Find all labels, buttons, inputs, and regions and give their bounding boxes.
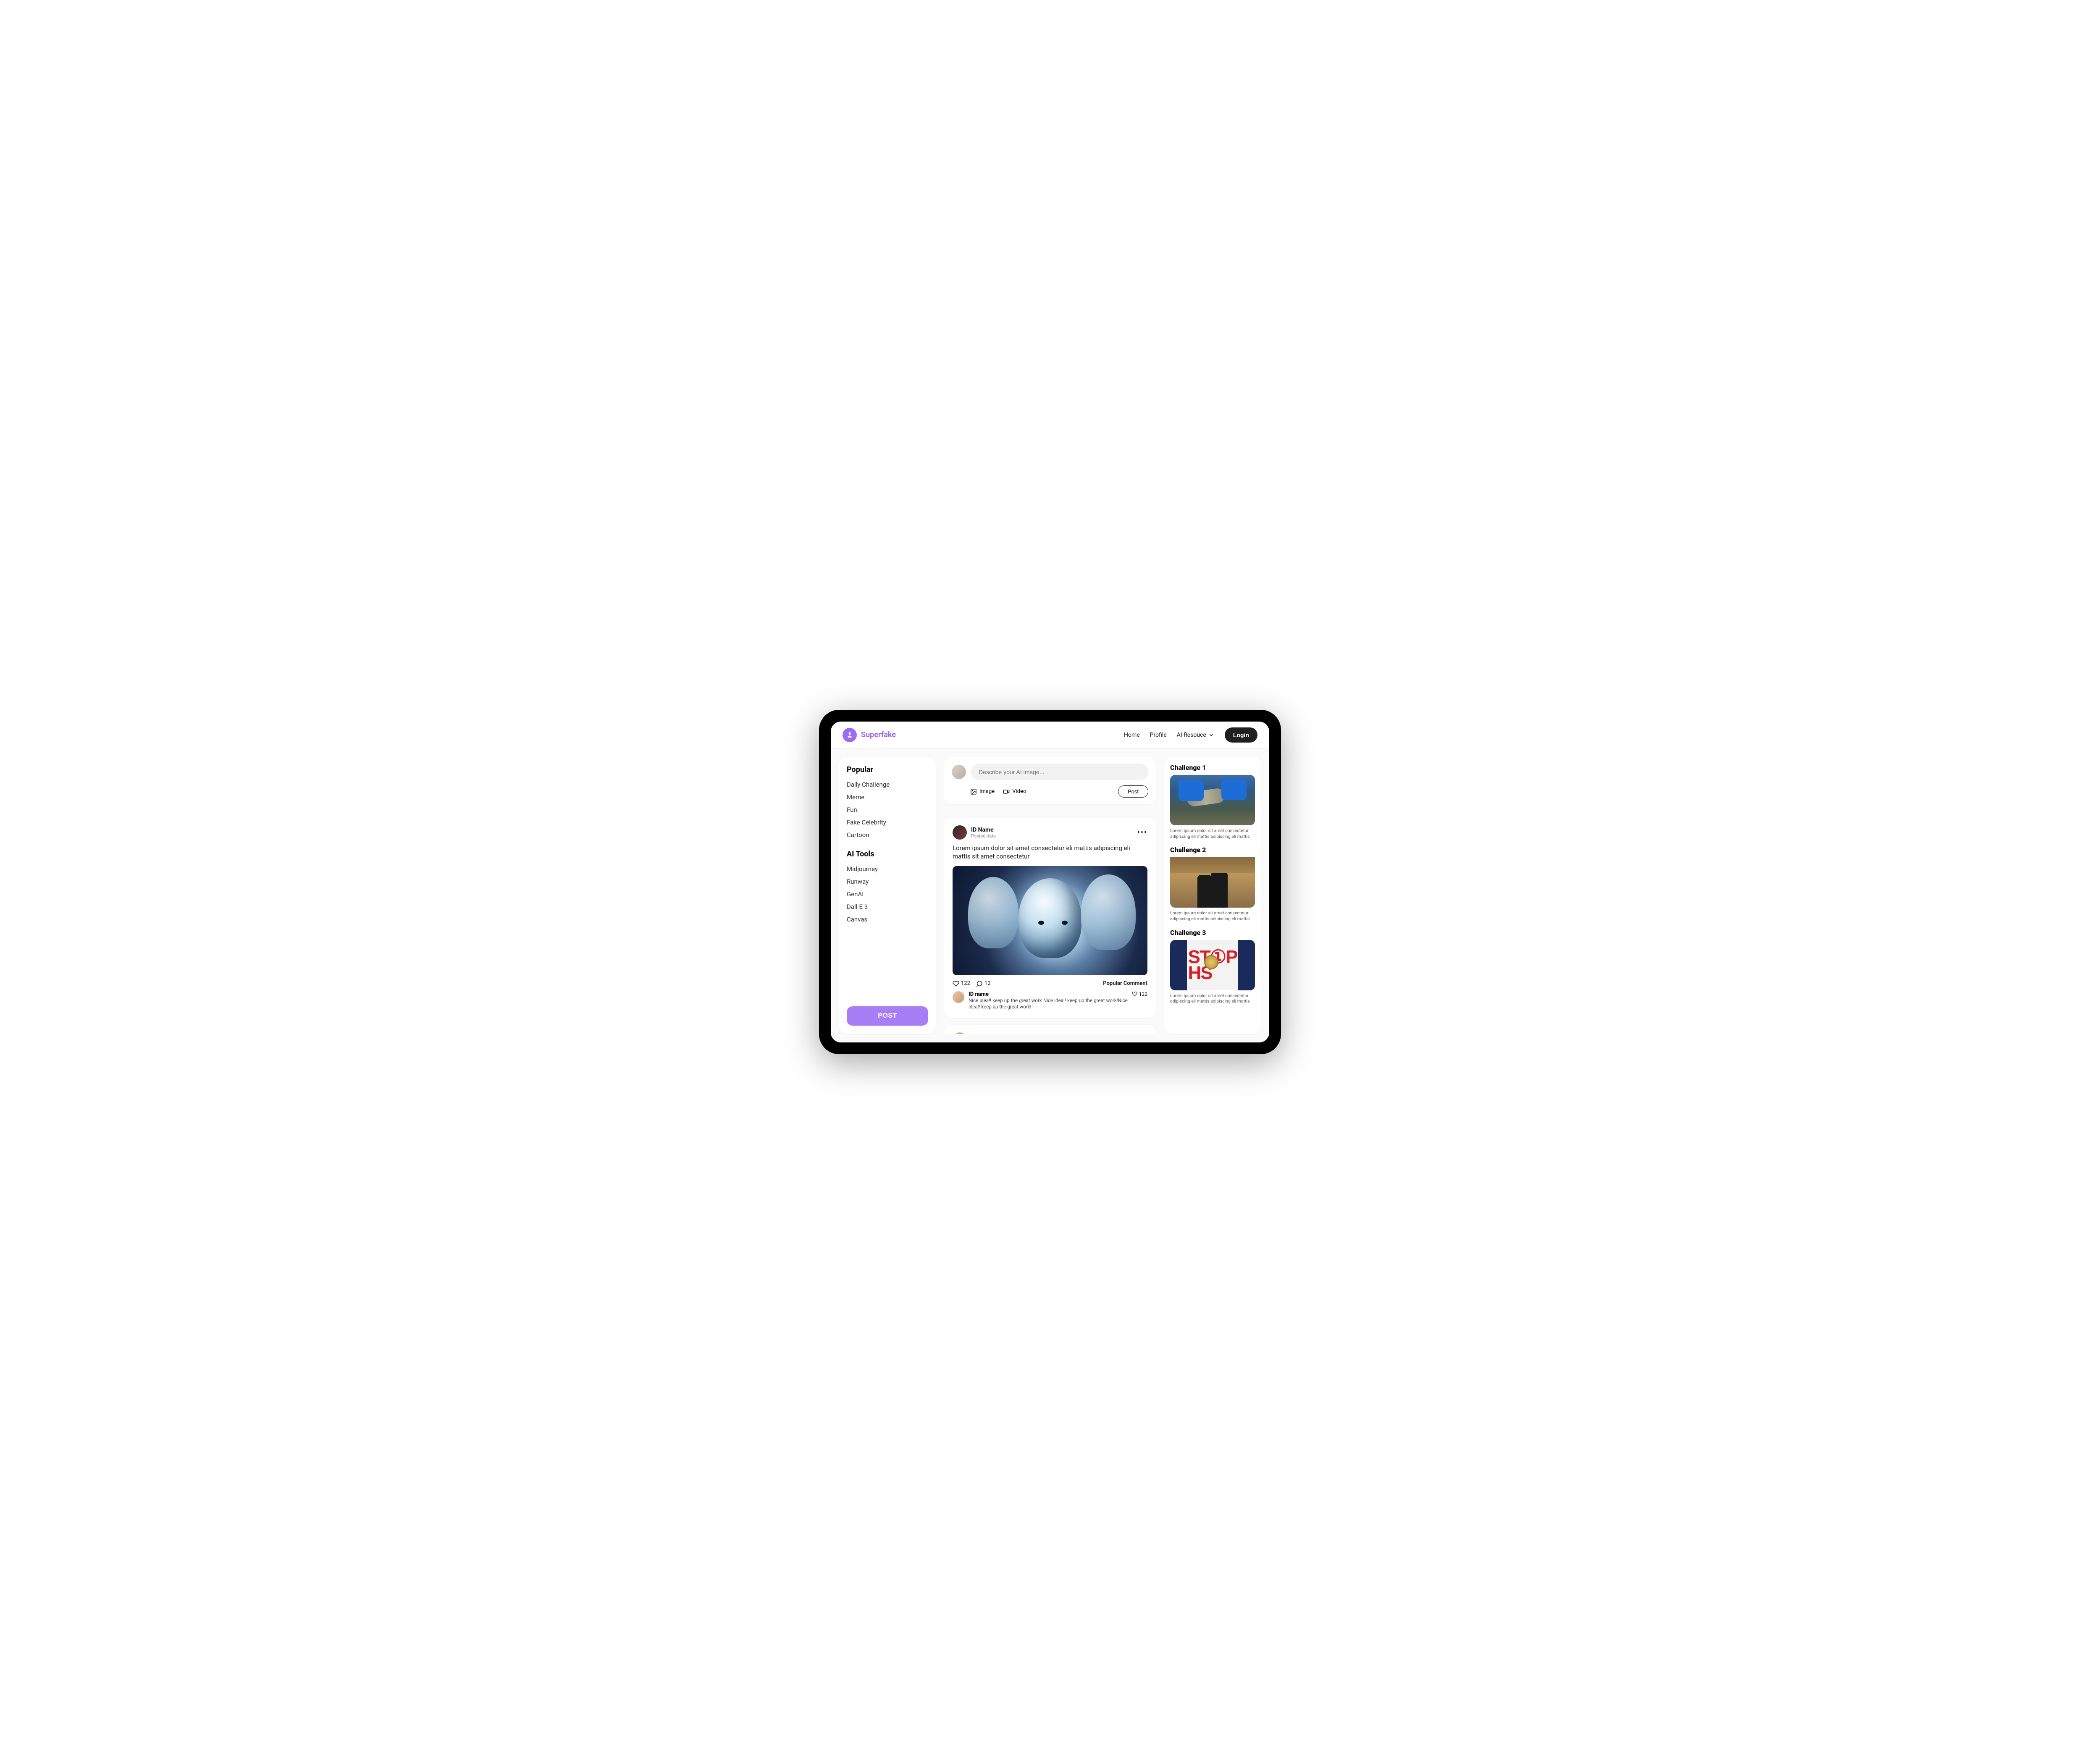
feed: Image Video Post ID [944,757,1156,1034]
challenge-card[interactable]: Challenge 1 Lorem ipsum dolor sit amet c… [1170,764,1255,839]
comment-like-button[interactable]: 122 [1132,991,1147,997]
comment-button[interactable]: 12 [976,980,991,987]
comment-like-count: 122 [1139,991,1147,997]
sidebar-item-runway[interactable]: Runway [847,875,928,888]
post-user[interactable]: ID Name [971,827,996,833]
comment-user[interactable]: ID name [969,991,1128,998]
image-icon [970,788,977,795]
post-more-button[interactable]: ••• [1137,828,1147,837]
sidebar-item-daily-challenge[interactable]: Daily Challenge [847,778,928,791]
brand-logo-icon [843,728,857,742]
comment-avatar[interactable] [953,991,964,1003]
sidebar-item-genai[interactable]: GenAI [847,888,928,900]
attach-image-button[interactable]: Image [970,788,995,795]
brand[interactable]: Superfake [843,728,896,742]
sidebar-item-midjourney[interactable]: Midjourney [847,863,928,875]
post-image[interactable] [953,866,1147,975]
video-icon [1003,788,1010,795]
composer-avatar[interactable] [952,765,966,779]
post-avatar[interactable] [953,825,967,840]
challenge-card[interactable]: Challenge 3 ST①PHS Lorem ipsum dolor sit… [1170,929,1255,1004]
challenge-card[interactable]: Challenge 2 Lorem ipsum dolor sit amet c… [1170,846,1255,921]
right-rail: Challenge 1 Lorem ipsum dolor sit amet c… [1164,757,1261,1034]
tablet-frame: Superfake Home Profile AI Resouce Login … [819,710,1281,1054]
attach-video-label: Video [1012,788,1026,795]
sidebar-item-dalle3[interactable]: Dall-E 3 [847,900,928,913]
post-body: Lorem ipsum dolor sit amet consectetur e… [953,844,1147,861]
content: Popular Daily Challenge Meme Fun Fake Ce… [831,748,1269,1042]
popular-comment-label: Popular Comment [1103,980,1147,987]
composer-post-button[interactable]: Post [1118,785,1148,798]
challenge-desc: Lorem ipsum dolor sit amet consectetur a… [1170,910,1255,921]
sidebar-popular-list: Daily Challenge Meme Fun Fake Celebrity … [847,778,928,841]
sidebar-popular-title: Popular [847,765,928,774]
comment-row: ID name Nice idea!! keep up the great wo… [953,991,1147,1011]
brand-name: Superfake [861,730,896,739]
nav: Home Profile AI Resouce Login [1124,727,1257,743]
challenge-title: Challenge 2 [1170,846,1255,854]
challenge-desc: Lorem ipsum dolor sit amet consectetur a… [1170,993,1255,1004]
post-card: ID Name Posted date ••• Lorem ipsum dolo… [944,818,1156,1018]
challenge-image [1170,857,1255,908]
post-card: ID name Posted date ••• Lorem ipsum dolo… [944,1025,1156,1034]
nav-ai-resource-label: AI Resouce [1177,732,1206,738]
challenge-title: Challenge 3 [1170,929,1255,937]
sidebar-item-cartoon[interactable]: Cartoon [847,829,928,841]
like-button[interactable]: 122 [953,980,970,987]
heart-icon [953,980,959,987]
heart-icon [1132,991,1137,997]
post-avatar[interactable] [953,1032,967,1034]
sidebar-item-meme[interactable]: Meme [847,791,928,803]
challenge-image: ST①PHS [1170,940,1255,990]
comment-count: 12 [984,980,991,987]
sidebar: Popular Daily Challenge Meme Fun Fake Ce… [839,757,936,1034]
nav-ai-resource[interactable]: AI Resouce [1177,732,1215,738]
chevron-down-icon [1208,732,1215,738]
attach-image-label: Image [979,788,995,795]
sidebar-item-fun[interactable]: Fun [847,803,928,816]
composer: Image Video Post [944,757,1156,804]
nav-home[interactable]: Home [1124,732,1140,738]
comment-text: Nice idea!! keep up the great work Nice … [969,998,1128,1011]
sidebar-tools-title: AI Tools [847,850,928,858]
screen: Superfake Home Profile AI Resouce Login … [831,722,1269,1042]
post-date: Posted date [971,833,996,839]
prompt-input[interactable] [971,764,1148,780]
sidebar-item-canvas[interactable]: Canvas [847,913,928,926]
post-user[interactable]: ID name [971,1033,996,1034]
sidebar-tools-list: Midjourney Runway GenAI Dall-E 3 Canvas [847,863,928,926]
comment-icon [976,980,983,987]
sidebar-post-button[interactable]: POST [847,1006,928,1026]
attach-video-button[interactable]: Video [1003,788,1026,795]
sidebar-item-fake-celebrity[interactable]: Fake Celebrity [847,816,928,829]
topbar: Superfake Home Profile AI Resouce Login [831,722,1269,748]
nav-profile[interactable]: Profile [1150,732,1167,738]
challenge-desc: Lorem ipsum dolor sit amet consectetur a… [1170,828,1255,839]
login-button[interactable]: Login [1225,727,1257,743]
challenge-title: Challenge 1 [1170,764,1255,772]
like-count: 122 [961,980,970,987]
challenge-image [1170,775,1255,825]
